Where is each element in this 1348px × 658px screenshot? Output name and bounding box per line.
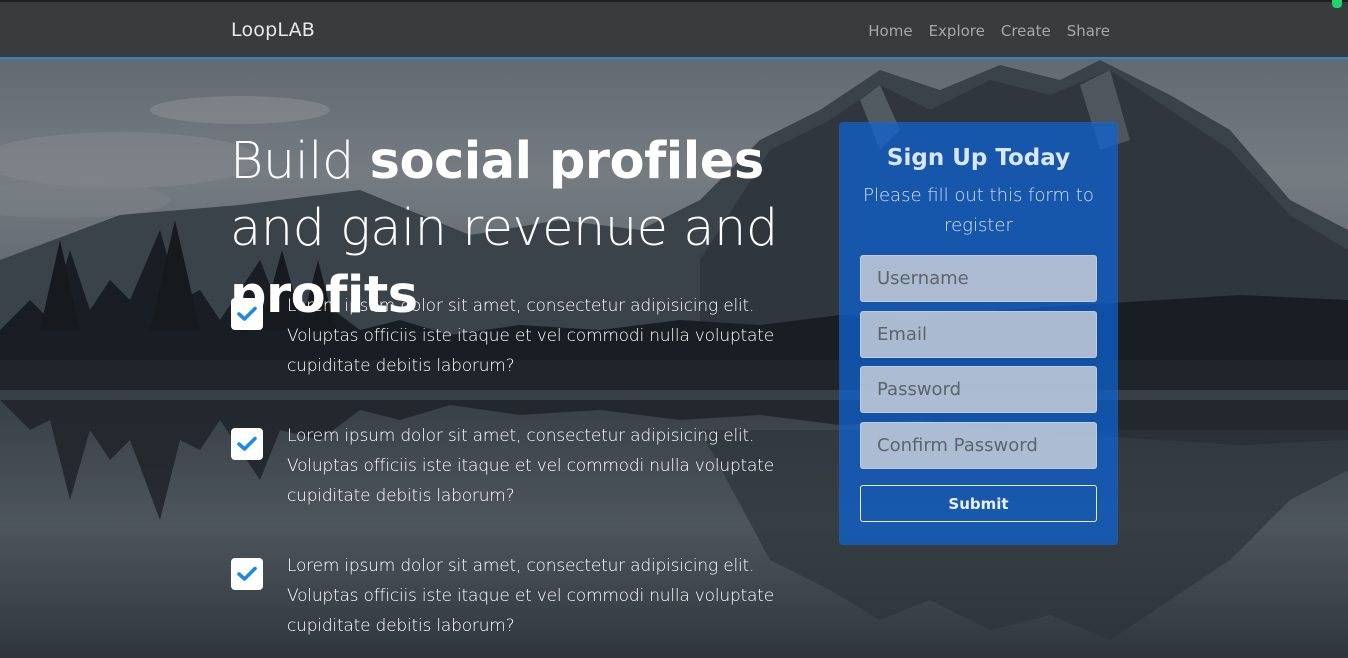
feature-list: Lorem ipsum dolor sit amet, consectetur …: [231, 291, 791, 658]
nav-link-create[interactable]: Create: [1001, 22, 1051, 40]
confirm-password-input[interactable]: [860, 422, 1097, 469]
feature-text: Lorem ipsum dolor sit amet, consectetur …: [287, 426, 774, 506]
signup-subtitle: Please fill out this form to register: [863, 185, 1094, 236]
nav-links: Home Explore Create Share: [868, 22, 1110, 40]
username-input[interactable]: [860, 255, 1097, 302]
hero-title-part-1: Build: [230, 132, 370, 191]
signup-title: Sign Up Today: [886, 145, 1071, 171]
submit-button[interactable]: Submit: [860, 485, 1097, 522]
password-input[interactable]: [860, 366, 1097, 413]
feature-item: Lorem ipsum dolor sit amet, consectetur …: [231, 291, 791, 421]
email-input[interactable]: [860, 311, 1097, 358]
nav-link-explore[interactable]: Explore: [929, 22, 985, 40]
nav-link-home[interactable]: Home: [868, 22, 912, 40]
feature-item: Lorem ipsum dolor sit amet, consectetur …: [231, 551, 791, 658]
feature-text: Lorem ipsum dolor sit amet, consectetur …: [287, 296, 774, 376]
hero-title-part-2: and gain revenue and: [230, 199, 778, 258]
feature-item: Lorem ipsum dolor sit amet, consectetur …: [231, 421, 791, 551]
checkmark-icon: [231, 428, 263, 460]
hero-title-emphasis-1: social profiles: [369, 132, 765, 191]
top-navbar: LoopLAB Home Explore Create Share: [0, 0, 1348, 59]
signup-card: Sign Up Today Please fill out this form …: [840, 123, 1117, 544]
nav-link-share[interactable]: Share: [1067, 22, 1110, 40]
status-indicator: [1332, 0, 1342, 8]
checkmark-icon: [231, 558, 263, 590]
checkmark-icon: [231, 298, 263, 330]
brand-logo[interactable]: LoopLAB: [231, 19, 315, 41]
feature-text: Lorem ipsum dolor sit amet, consectetur …: [287, 556, 774, 636]
